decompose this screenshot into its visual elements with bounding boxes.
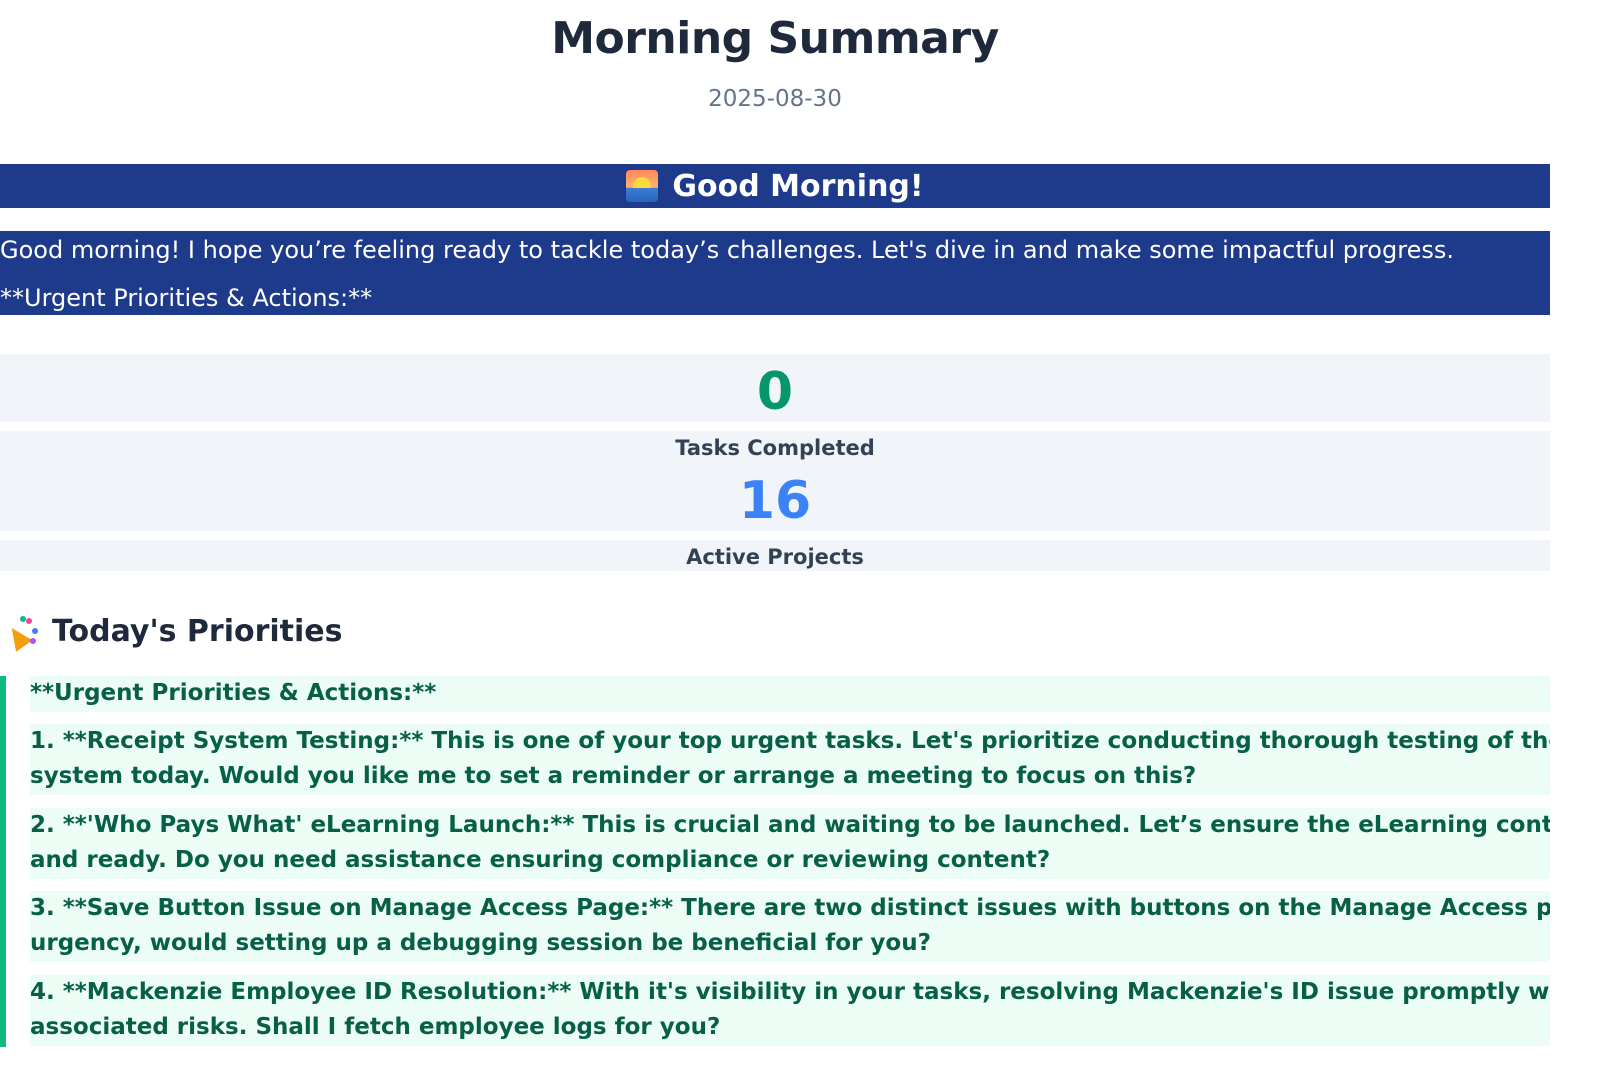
priority-item: 1. **Receipt System Testing:** This is o… bbox=[30, 724, 1550, 795]
priority-line: associated risks. Shall I fetch employee… bbox=[30, 1014, 721, 1040]
priority-item: 4. **Mackenzie Employee ID Resolution:**… bbox=[30, 975, 1550, 1046]
tasks-completed-label: Tasks Completed bbox=[675, 436, 875, 460]
greeting-message-box: Good morning! I hope you’re feeling read… bbox=[0, 231, 1550, 315]
active-projects-value: 16 bbox=[738, 471, 812, 531]
priority-item: 3. **Save Button Issue on Manage Access … bbox=[30, 891, 1550, 962]
priority-line: system today. Would you like me to set a… bbox=[30, 763, 1197, 789]
party-popper-icon bbox=[3, 616, 38, 652]
tasks-completed-value: 0 bbox=[756, 362, 794, 422]
priority-line: 3. **Save Button Issue on Manage Access … bbox=[30, 895, 1550, 921]
greeting-banner: Good Morning! bbox=[0, 164, 1550, 208]
priority-line: 4. **Mackenzie Employee ID Resolution:**… bbox=[30, 979, 1550, 1005]
priorities-list: **Urgent Priorities & Actions:** 1. **Re… bbox=[0, 676, 1550, 1047]
active-projects-label: Active Projects bbox=[686, 545, 864, 569]
priority-line: 1. **Receipt System Testing:** This is o… bbox=[30, 728, 1550, 754]
greeting-title: Good Morning! bbox=[672, 168, 924, 204]
greeting-message: Good morning! I hope you’re feeling read… bbox=[0, 236, 1454, 264]
sunrise-icon bbox=[626, 170, 659, 202]
priority-item: 2. **'Who Pays What' eLearning Launch:**… bbox=[30, 808, 1550, 879]
summary-date: 2025-08-30 bbox=[708, 86, 842, 112]
page-title: Morning Summary bbox=[551, 13, 999, 64]
greeting-subheading: **Urgent Priorities & Actions:** bbox=[0, 284, 373, 312]
priority-line: urgency, would setting up a debugging se… bbox=[30, 930, 931, 956]
priority-line: and ready. Do you need assistance ensuri… bbox=[30, 847, 1051, 873]
priority-line: 2. **'Who Pays What' eLearning Launch:**… bbox=[30, 812, 1550, 838]
priority-item: **Urgent Priorities & Actions:** bbox=[30, 676, 1550, 712]
priority-line: **Urgent Priorities & Actions:** bbox=[30, 680, 437, 706]
priorities-heading: Today's Priorities bbox=[3, 612, 343, 652]
priorities-heading-text: Today's Priorities bbox=[52, 614, 343, 649]
